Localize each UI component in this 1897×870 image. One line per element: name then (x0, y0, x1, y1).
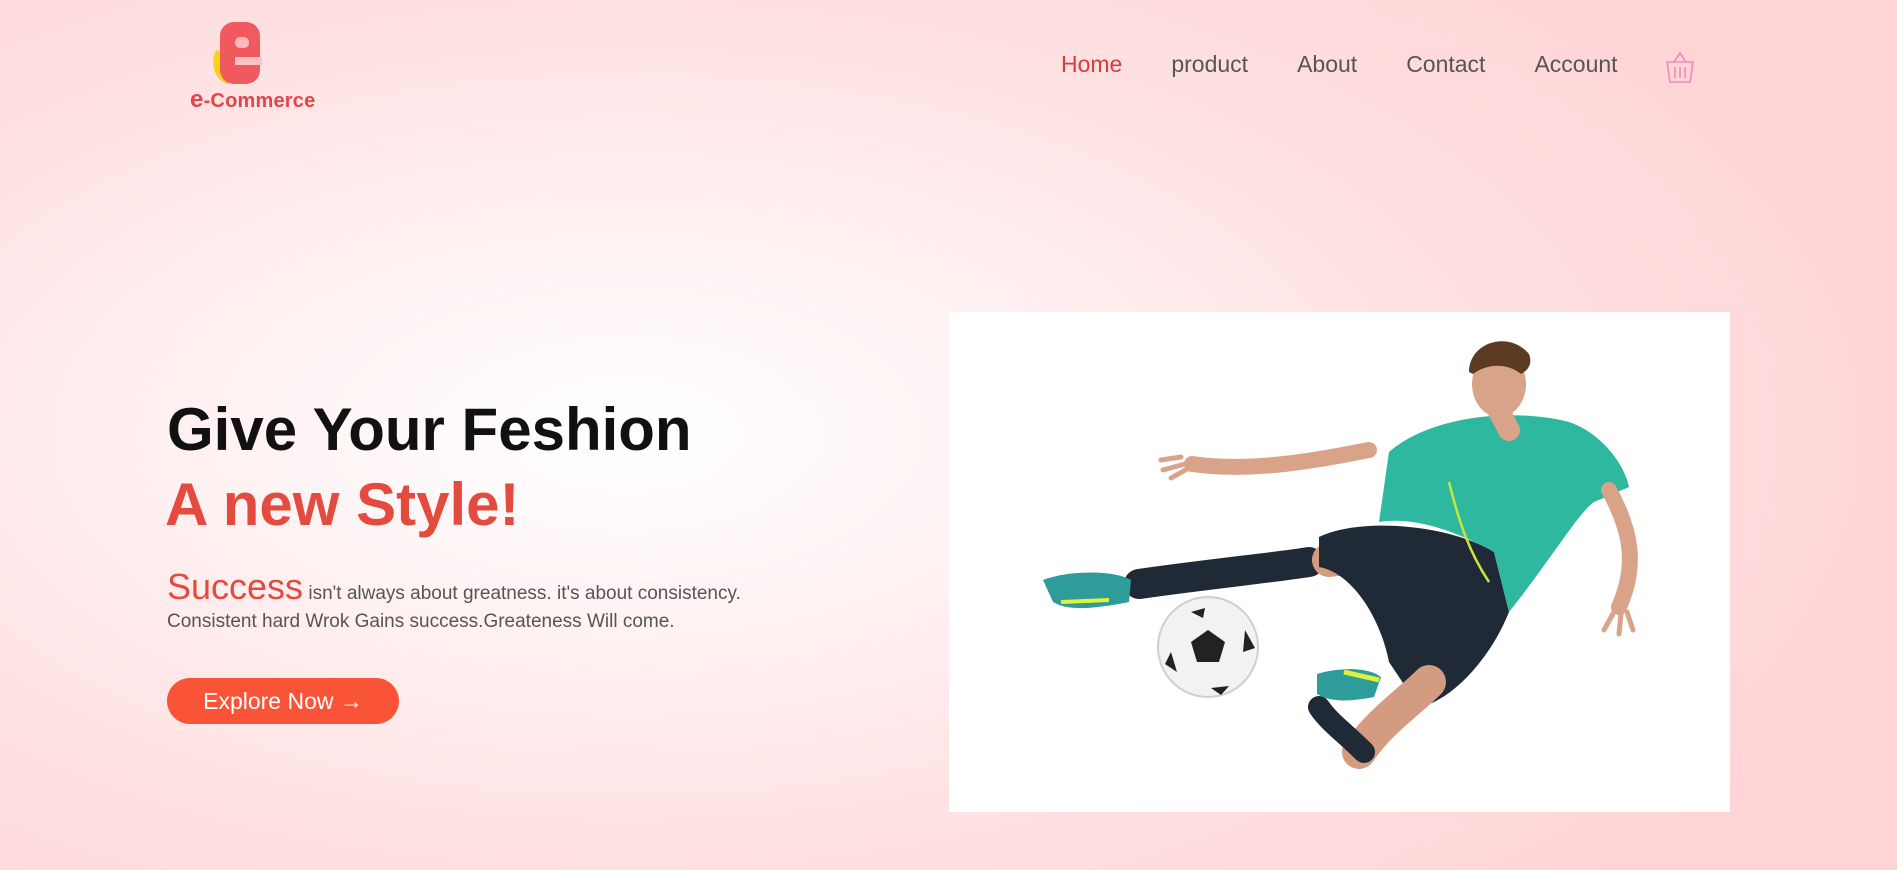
nav-product[interactable]: product (1171, 51, 1248, 78)
logo-text: e-Commerce (190, 86, 316, 113)
hero-subtitle: A new Style! (165, 471, 520, 538)
hero-image (949, 312, 1730, 812)
nav-about[interactable]: About (1297, 51, 1357, 78)
nav-home[interactable]: Home (1061, 51, 1122, 78)
explore-now-button[interactable]: Explore Now → (167, 678, 399, 724)
nav-contact[interactable]: Contact (1406, 51, 1485, 78)
basket-icon[interactable] (1665, 50, 1695, 84)
footballer-illustration (1043, 341, 1638, 769)
hero-title: Give Your Feshion (167, 396, 692, 463)
brand-logo[interactable]: e-Commerce (190, 20, 315, 113)
nav-account[interactable]: Account (1534, 51, 1617, 78)
hero-description: Success isn't always about greatness. it… (167, 569, 817, 636)
logo-mark-icon (213, 22, 262, 84)
highlight-word: Success (167, 566, 304, 607)
main-nav: Home product About Contact Account (1061, 51, 1667, 78)
